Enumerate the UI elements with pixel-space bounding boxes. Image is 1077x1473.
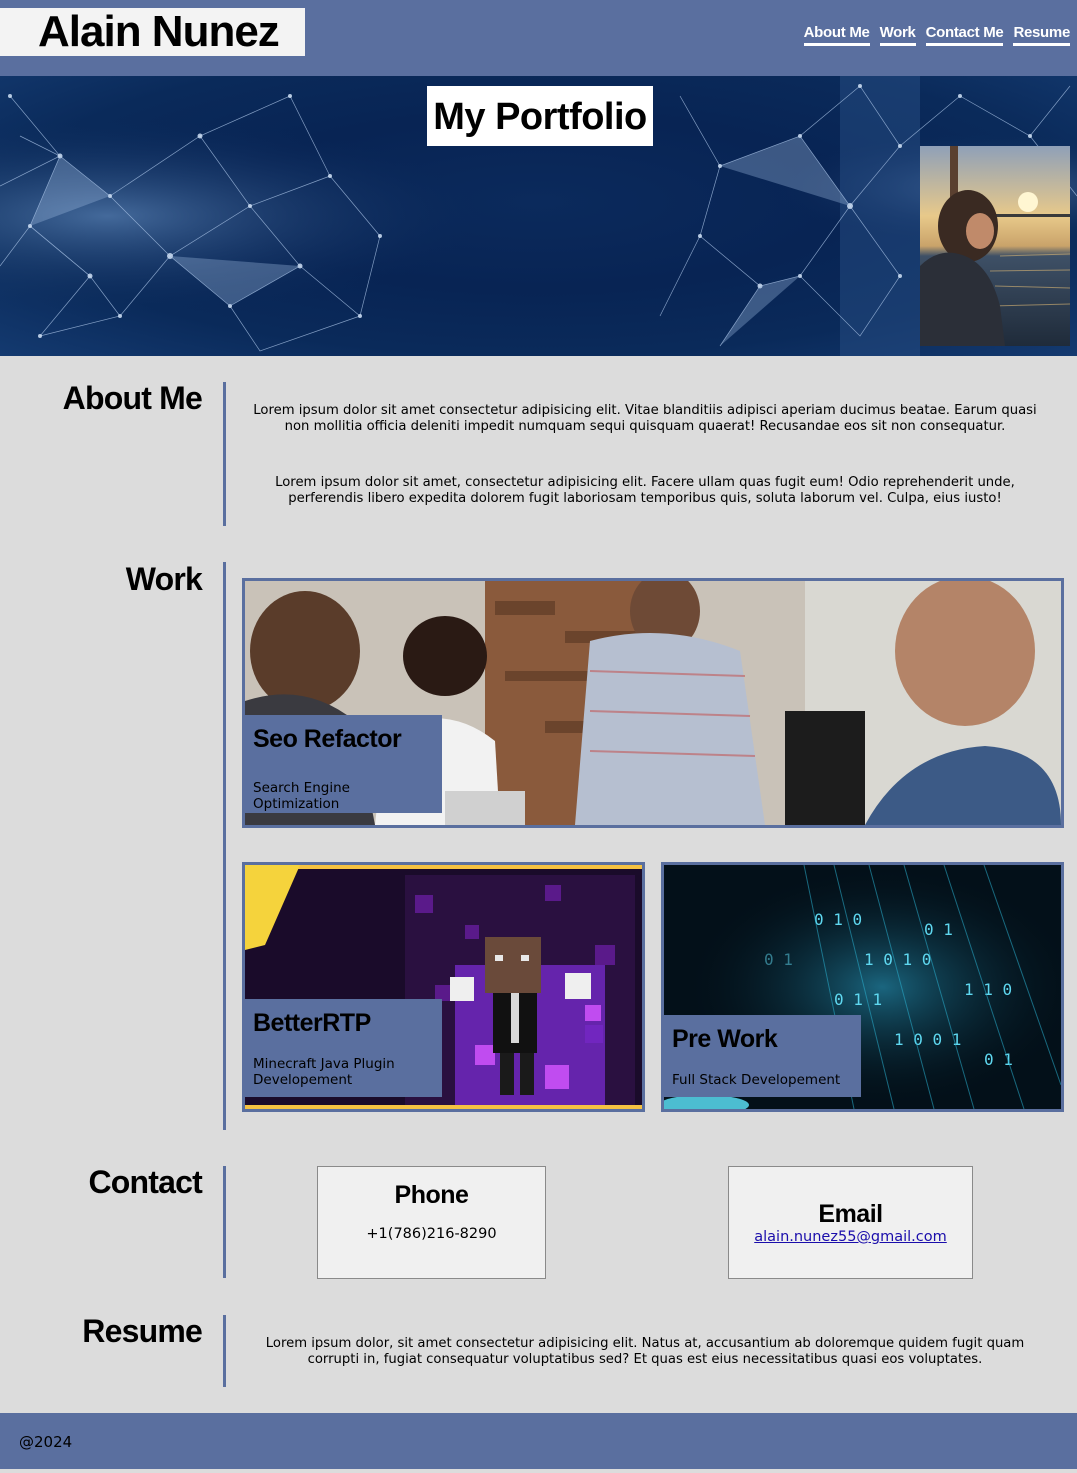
hero-title: My Portfolio (427, 86, 653, 146)
work-card-description: Full Stack Developement (672, 1072, 841, 1088)
email-card: Email alain.nunez55@gmail.com (728, 1166, 973, 1279)
svg-text:1 1 0: 1 1 0 (964, 980, 1012, 999)
about-paragraph-2: Lorem ipsum dolor sit amet, consectetur … (275, 475, 1015, 506)
work-card-pre-work[interactable]: 0 1 01 0 1 00 1 1 1 0 0 10 11 1 0 1 00 1… (661, 862, 1064, 1112)
work-card-caption: BetterRTP Minecraft Java Plugin Develope… (245, 999, 442, 1097)
work-card-seo-refactor[interactable]: Seo Refactor Search Engine Optimization (242, 578, 1064, 828)
work-card-title: BetterRTP (253, 1009, 371, 1037)
nav-link-resume[interactable]: Resume (1013, 24, 1070, 46)
work-card-title: Pre Work (672, 1025, 778, 1053)
work-card-caption: Seo Refactor Search Engine Optimization (245, 715, 442, 813)
work-card-title: Seo Refactor (253, 725, 402, 753)
work-card-betterrtp[interactable]: BetterRTP Minecraft Java Plugin Develope… (242, 862, 645, 1112)
resume-heading: Resume (82, 1313, 203, 1349)
site-footer: @2024 (0, 1413, 1077, 1469)
main-nav: About Me Work Contact Me Resume (803, 24, 1070, 46)
phone-heading: Phone (394, 1181, 469, 1209)
work-heading: Work (125, 561, 203, 597)
hero-banner: My Portfolio (0, 76, 1077, 356)
phone-number[interactable]: +1(786)216-8290 (318, 1226, 545, 1242)
resume-divider (223, 1315, 226, 1387)
svg-text:0 1: 0 1 (764, 950, 793, 969)
svg-text:0 1 0: 0 1 0 (814, 910, 862, 929)
contact-heading: Contact (88, 1164, 202, 1200)
nav-link-contact[interactable]: Contact Me (925, 24, 1004, 46)
copyright-text: @2024 (19, 1433, 73, 1451)
site-brand[interactable]: Alain Nunez (0, 8, 305, 56)
nav-link-work[interactable]: Work (879, 24, 916, 46)
phone-card: Phone +1(786)216-8290 (317, 1166, 546, 1279)
email-heading: Email (818, 1200, 883, 1228)
contact-divider (223, 1166, 226, 1278)
work-divider (223, 562, 226, 1130)
svg-text:1 0 0 1: 1 0 0 1 (894, 1030, 961, 1049)
profile-photo (920, 146, 1070, 346)
site-header: Alain Nunez About Me Work Contact Me Res… (0, 0, 1077, 76)
svg-text:1 0 1 0: 1 0 1 0 (864, 950, 931, 969)
svg-text:0 1 1: 0 1 1 (834, 990, 882, 1009)
svg-text:0 1: 0 1 (984, 1050, 1013, 1069)
about-paragraph-1: Lorem ipsum dolor sit amet consectetur a… (253, 403, 1037, 434)
work-card-description: Search Engine Optimization (253, 780, 350, 812)
about-divider (223, 382, 226, 526)
resume-paragraph: Lorem ipsum dolor, sit amet consectetur … (265, 1336, 1025, 1367)
work-card-description: Minecraft Java Plugin Developement (253, 1056, 395, 1088)
email-link[interactable]: alain.nunez55@gmail.com (754, 1229, 947, 1245)
nav-link-about[interactable]: About Me (803, 24, 870, 46)
work-card-caption: Pre Work Full Stack Developement (664, 1015, 861, 1097)
about-heading: About Me (62, 380, 203, 416)
svg-text:0 1: 0 1 (924, 920, 953, 939)
